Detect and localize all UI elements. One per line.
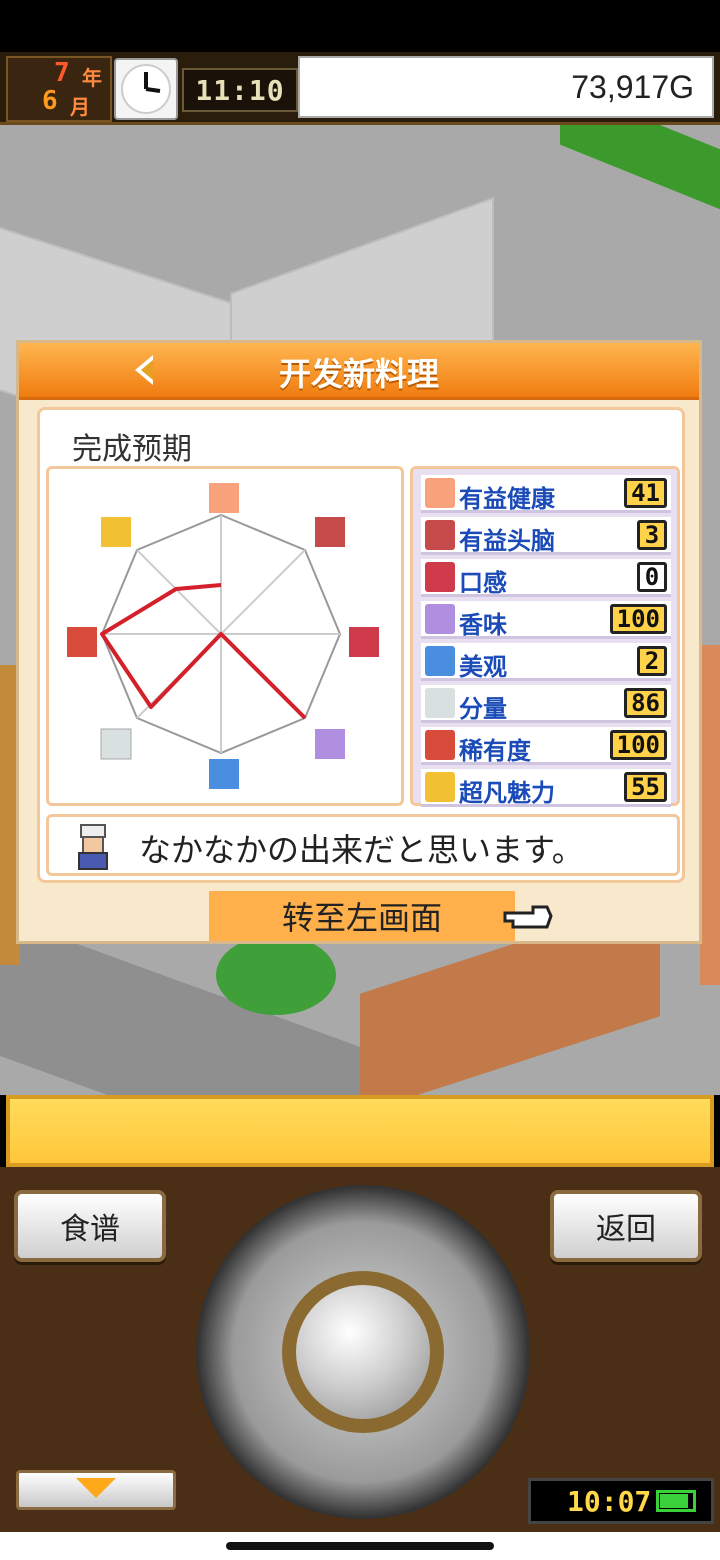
muscle-icon xyxy=(425,478,455,508)
stat-row-looks: 美观 2 xyxy=(421,643,671,681)
rice-icon xyxy=(425,688,455,718)
stat-row-rarity: 稀有度 100 xyxy=(421,727,671,765)
crown-icon xyxy=(425,772,455,802)
turn-left-screen-button[interactable]: 转至左画面 xyxy=(209,891,515,941)
rice-icon xyxy=(100,728,132,760)
stat-row-volume: 分量 86 xyxy=(421,685,671,723)
stat-value: 0 xyxy=(637,562,667,592)
stat-label: 超凡魅力 xyxy=(459,779,555,807)
stat-label: 稀有度 xyxy=(459,737,531,765)
stat-row-aroma: 香味 100 xyxy=(421,601,671,639)
year-number: 7 xyxy=(54,58,70,88)
radar-chart xyxy=(46,466,404,806)
stat-label: 有益头脑 xyxy=(459,527,555,555)
panel-header: 开发新料理 xyxy=(19,343,699,400)
stats-list: 有益健康 41 有益头脑 3 口感 0 香味 100 美观 2 分量 86 稀有… xyxy=(410,466,680,807)
aroma-icon xyxy=(425,604,455,634)
radar-svg xyxy=(67,483,379,789)
stat-value: 3 xyxy=(637,520,667,550)
grass xyxy=(560,125,720,226)
game-hud: 7 年 6 月 11:10 73,917G xyxy=(0,52,720,125)
recipe-button[interactable]: 食谱 xyxy=(14,1190,166,1262)
stat-label: 美观 xyxy=(459,653,507,681)
muscle-icon xyxy=(209,483,239,513)
stat-value: 55 xyxy=(624,772,667,802)
building-edge xyxy=(700,645,720,985)
sparkle-icon xyxy=(425,646,455,676)
brain-icon xyxy=(425,520,455,550)
pointing-hand-icon xyxy=(503,905,553,929)
clock-icon xyxy=(114,58,178,120)
battery-level xyxy=(660,1494,688,1508)
teeth-icon xyxy=(349,627,379,657)
back-button[interactable]: 返回 xyxy=(550,1190,702,1262)
treasure-icon xyxy=(67,627,97,657)
section-title: 完成预期 xyxy=(72,432,192,467)
teeth-icon xyxy=(425,562,455,592)
chef-comment: なかなかの出来だと思います。 xyxy=(46,814,680,876)
stat-label: 口感 xyxy=(459,569,507,597)
stat-value: 41 xyxy=(624,478,667,508)
month-label: 月 xyxy=(70,95,90,119)
chef-icon xyxy=(78,824,108,870)
aroma-icon xyxy=(315,729,345,759)
stat-row-texture: 口感 0 xyxy=(421,559,671,597)
stat-label: 香味 xyxy=(459,611,507,639)
stat-value: 86 xyxy=(624,688,667,718)
game-time: 11:10 xyxy=(182,68,298,112)
sparkle-icon xyxy=(209,759,239,789)
dpad-center-button[interactable] xyxy=(296,1285,430,1419)
stat-value: 100 xyxy=(609,604,667,634)
stat-value: 2 xyxy=(637,646,667,676)
comment-text: なかなかの出来だと思います。 xyxy=(139,831,584,869)
panel-title: 开发新料理 xyxy=(278,355,439,393)
stat-label: 分量 xyxy=(459,695,507,723)
month-number: 6 xyxy=(42,86,58,116)
stat-value: 100 xyxy=(609,730,667,760)
brain-icon xyxy=(315,517,345,547)
status-bar xyxy=(0,0,720,52)
message-bar xyxy=(6,1095,714,1167)
stat-label: 有益健康 xyxy=(459,485,555,513)
forecast-box: 完成预期 有益健康 41 有益头脑 3 口感 0 香味 100 美观 2 分量 … xyxy=(37,407,685,883)
stat-row-charisma: 超凡魅力 55 xyxy=(421,769,671,807)
home-indicator[interactable] xyxy=(226,1542,494,1550)
down-arrow-icon xyxy=(76,1478,116,1498)
stat-row-brain: 有益头脑 3 xyxy=(421,517,671,555)
date-display: 7 年 6 月 xyxy=(6,56,112,122)
tree xyxy=(216,935,336,1015)
stat-row-health: 有益健康 41 xyxy=(421,475,671,513)
crown-icon xyxy=(101,517,131,547)
treasure-icon xyxy=(425,730,455,760)
year-label: 年 xyxy=(82,66,102,90)
money-display: 73,917G xyxy=(298,56,714,118)
develop-dish-panel: 开发新料理 完成预期 有益健康 41 有益头脑 3 口感 0 香味 100 美观… xyxy=(16,340,702,944)
